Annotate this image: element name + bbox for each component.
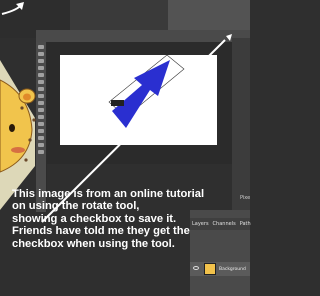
rotate-angle-readout — [111, 100, 124, 106]
overlay-graphics — [0, 2, 232, 223]
caption-line: on using the rotate tool, — [12, 200, 140, 213]
caption-line: checkbox when using the tool. — [12, 237, 175, 250]
annotation-arrow-icon — [1, 2, 24, 15]
caption-line: This image is from an online tutorial — [12, 188, 205, 200]
caption-line: showing a checkbox to save it. — [12, 212, 177, 225]
caption-line: Friends have told me they get the — [12, 225, 190, 238]
caption-text: This image is from an online tutorial on… — [12, 188, 212, 250]
